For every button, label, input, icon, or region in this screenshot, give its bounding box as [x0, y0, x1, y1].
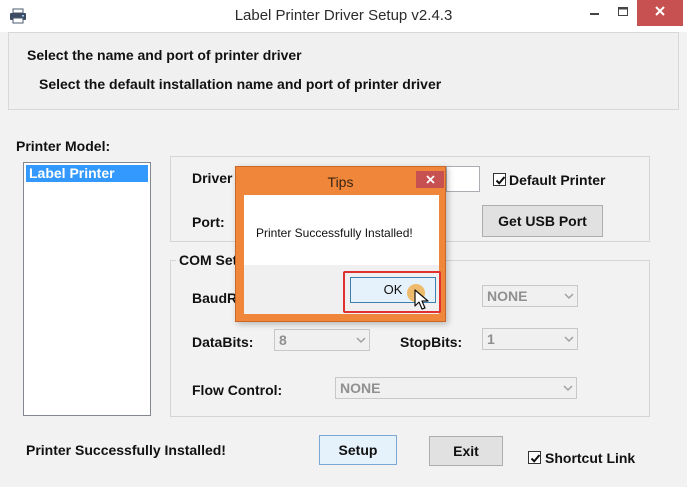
setup-button[interactable]: Setup	[319, 435, 397, 465]
chevron-down-icon	[564, 293, 574, 300]
close-icon	[425, 171, 435, 189]
minimize-button[interactable]	[581, 0, 609, 26]
close-button[interactable]	[637, 0, 683, 26]
maximize-icon	[618, 4, 628, 22]
chevron-down-icon	[564, 336, 574, 343]
checkmark-icon	[530, 454, 541, 463]
stopbits-value: 1	[487, 331, 495, 347]
chevron-down-icon	[563, 385, 573, 392]
printer-model-list[interactable]: Label Printer	[23, 162, 151, 416]
flow-control-label: Flow Control:	[192, 382, 283, 398]
mouse-cursor-icon	[414, 289, 430, 311]
baudrate-label: BaudR	[192, 290, 238, 306]
dialog-close-button[interactable]	[416, 171, 444, 188]
flow-control-value: NONE	[340, 380, 381, 396]
stopbits-label: StopBits:	[400, 334, 463, 350]
driver-label: Driver	[192, 170, 233, 186]
default-printer-checkbox[interactable]	[493, 173, 506, 186]
databits-value: 8	[279, 332, 287, 348]
header-title: Select the name and port of printer driv…	[27, 47, 302, 63]
header-subtitle: Select the default installation name and…	[39, 76, 442, 92]
parity-value: NONE	[487, 288, 528, 304]
list-item[interactable]: Label Printer	[26, 165, 148, 182]
status-text: Printer Successfully Installed!	[26, 442, 226, 458]
exit-button[interactable]: Exit	[429, 436, 503, 466]
default-printer-label: Default Printer	[509, 172, 606, 188]
databits-label: DataBits:	[192, 334, 254, 350]
dialog-title: Tips	[327, 174, 354, 190]
shortcut-link-checkbox[interactable]	[528, 451, 541, 464]
chevron-down-icon	[356, 337, 366, 344]
port-label: Port:	[192, 214, 225, 230]
close-icon	[654, 4, 666, 22]
minimize-icon	[590, 4, 600, 22]
get-usb-port-button[interactable]: Get USB Port	[482, 205, 603, 237]
stopbits-select[interactable]: 1	[482, 328, 578, 350]
databits-select[interactable]: 8	[274, 329, 370, 351]
driver-name-input[interactable]	[446, 166, 480, 192]
dialog-message-area: Printer Successfully Installed!	[244, 195, 439, 265]
header-panel: Select the name and port of printer driv…	[8, 32, 679, 110]
com-settings-label: COM Set	[176, 252, 241, 268]
maximize-button[interactable]	[609, 0, 637, 26]
title-bar: Label Printer Driver Setup v2.4.3	[0, 0, 687, 32]
shortcut-link-label: Shortcut Link	[545, 450, 636, 466]
parity-select[interactable]: NONE	[482, 285, 578, 307]
printer-model-label: Printer Model:	[16, 138, 111, 154]
dialog-message: Printer Successfully Installed!	[256, 226, 413, 240]
flow-control-select[interactable]: NONE	[335, 377, 577, 399]
checkmark-icon	[495, 176, 506, 185]
